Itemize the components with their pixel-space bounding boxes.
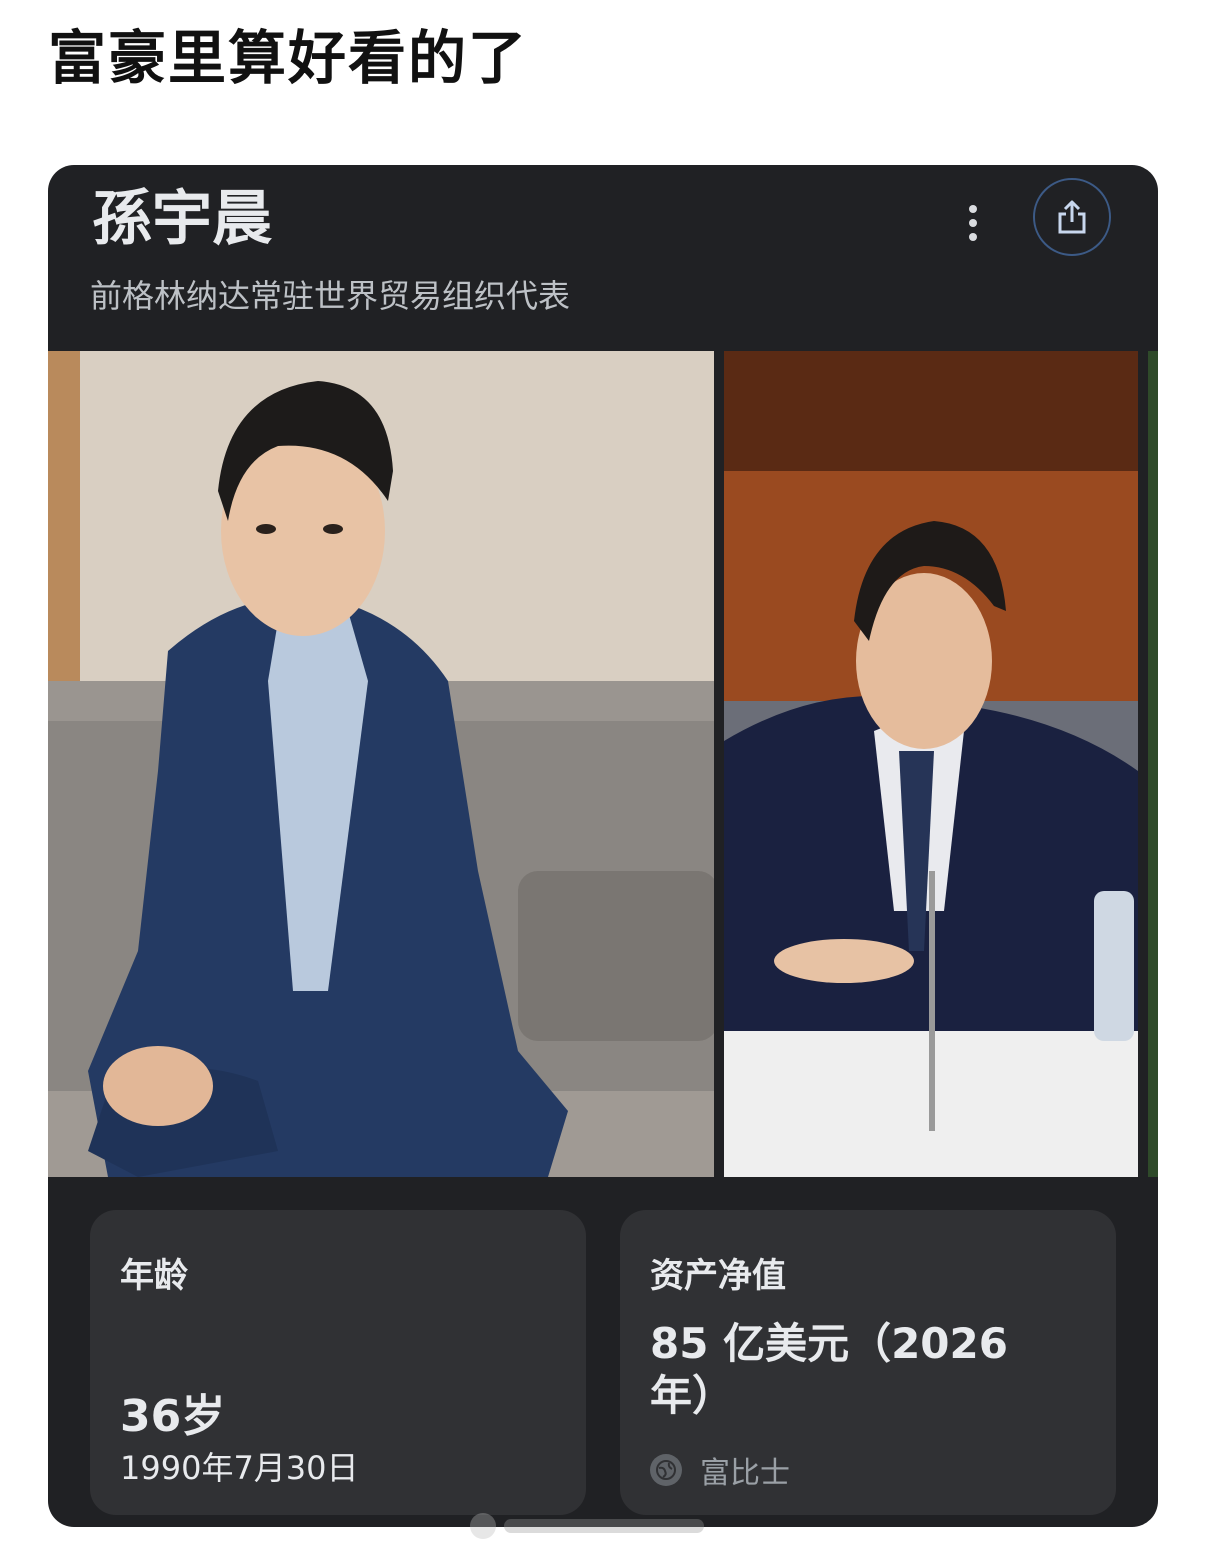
portrait-photo[interactable] (48, 351, 714, 1177)
post-caption: 富豪里算好看的了 (48, 24, 529, 92)
knowledge-panel: 孫宇晨 前格林纳达常驻世界贸易组织代表 年龄 36岁 1990年7月30日 资产… (48, 165, 1158, 1527)
watermark-logo-icon (470, 1513, 496, 1539)
conference-photo[interactable] (724, 351, 1138, 1177)
entity-subtitle: 前格林纳达常驻世界贸易组织代表 (90, 277, 571, 315)
source-name: 富比士 (700, 1456, 790, 1491)
net-worth-tile[interactable]: 资产净值 85 亿美元（2026年） 富比士 (620, 1210, 1116, 1515)
more-options-button[interactable] (953, 200, 993, 246)
net-worth-source[interactable]: 富比士 (650, 1448, 790, 1492)
more-vert-icon-dot (969, 219, 977, 227)
birth-date: 1990年7月30日 (120, 1449, 359, 1487)
age-value: 36岁 (120, 1391, 226, 1442)
age-tile[interactable]: 年龄 36岁 1990年7月30日 (90, 1210, 586, 1515)
entity-name: 孫宇晨 (92, 184, 272, 254)
share-icon (1058, 200, 1086, 234)
globe-icon (650, 1454, 682, 1486)
more-vert-icon-dot (969, 233, 977, 241)
share-button[interactable] (1033, 178, 1111, 256)
image-carousel[interactable] (48, 351, 1158, 1177)
net-worth-value: 85 亿美元（2026年） (650, 1319, 1008, 1420)
watermark-text-blur (504, 1519, 704, 1533)
watermark (470, 1511, 730, 1541)
more-vert-icon (969, 205, 977, 213)
next-photo-peek[interactable] (1148, 351, 1158, 1177)
age-label: 年龄 (120, 1256, 188, 1296)
net-worth-label: 资产净值 (650, 1256, 786, 1296)
